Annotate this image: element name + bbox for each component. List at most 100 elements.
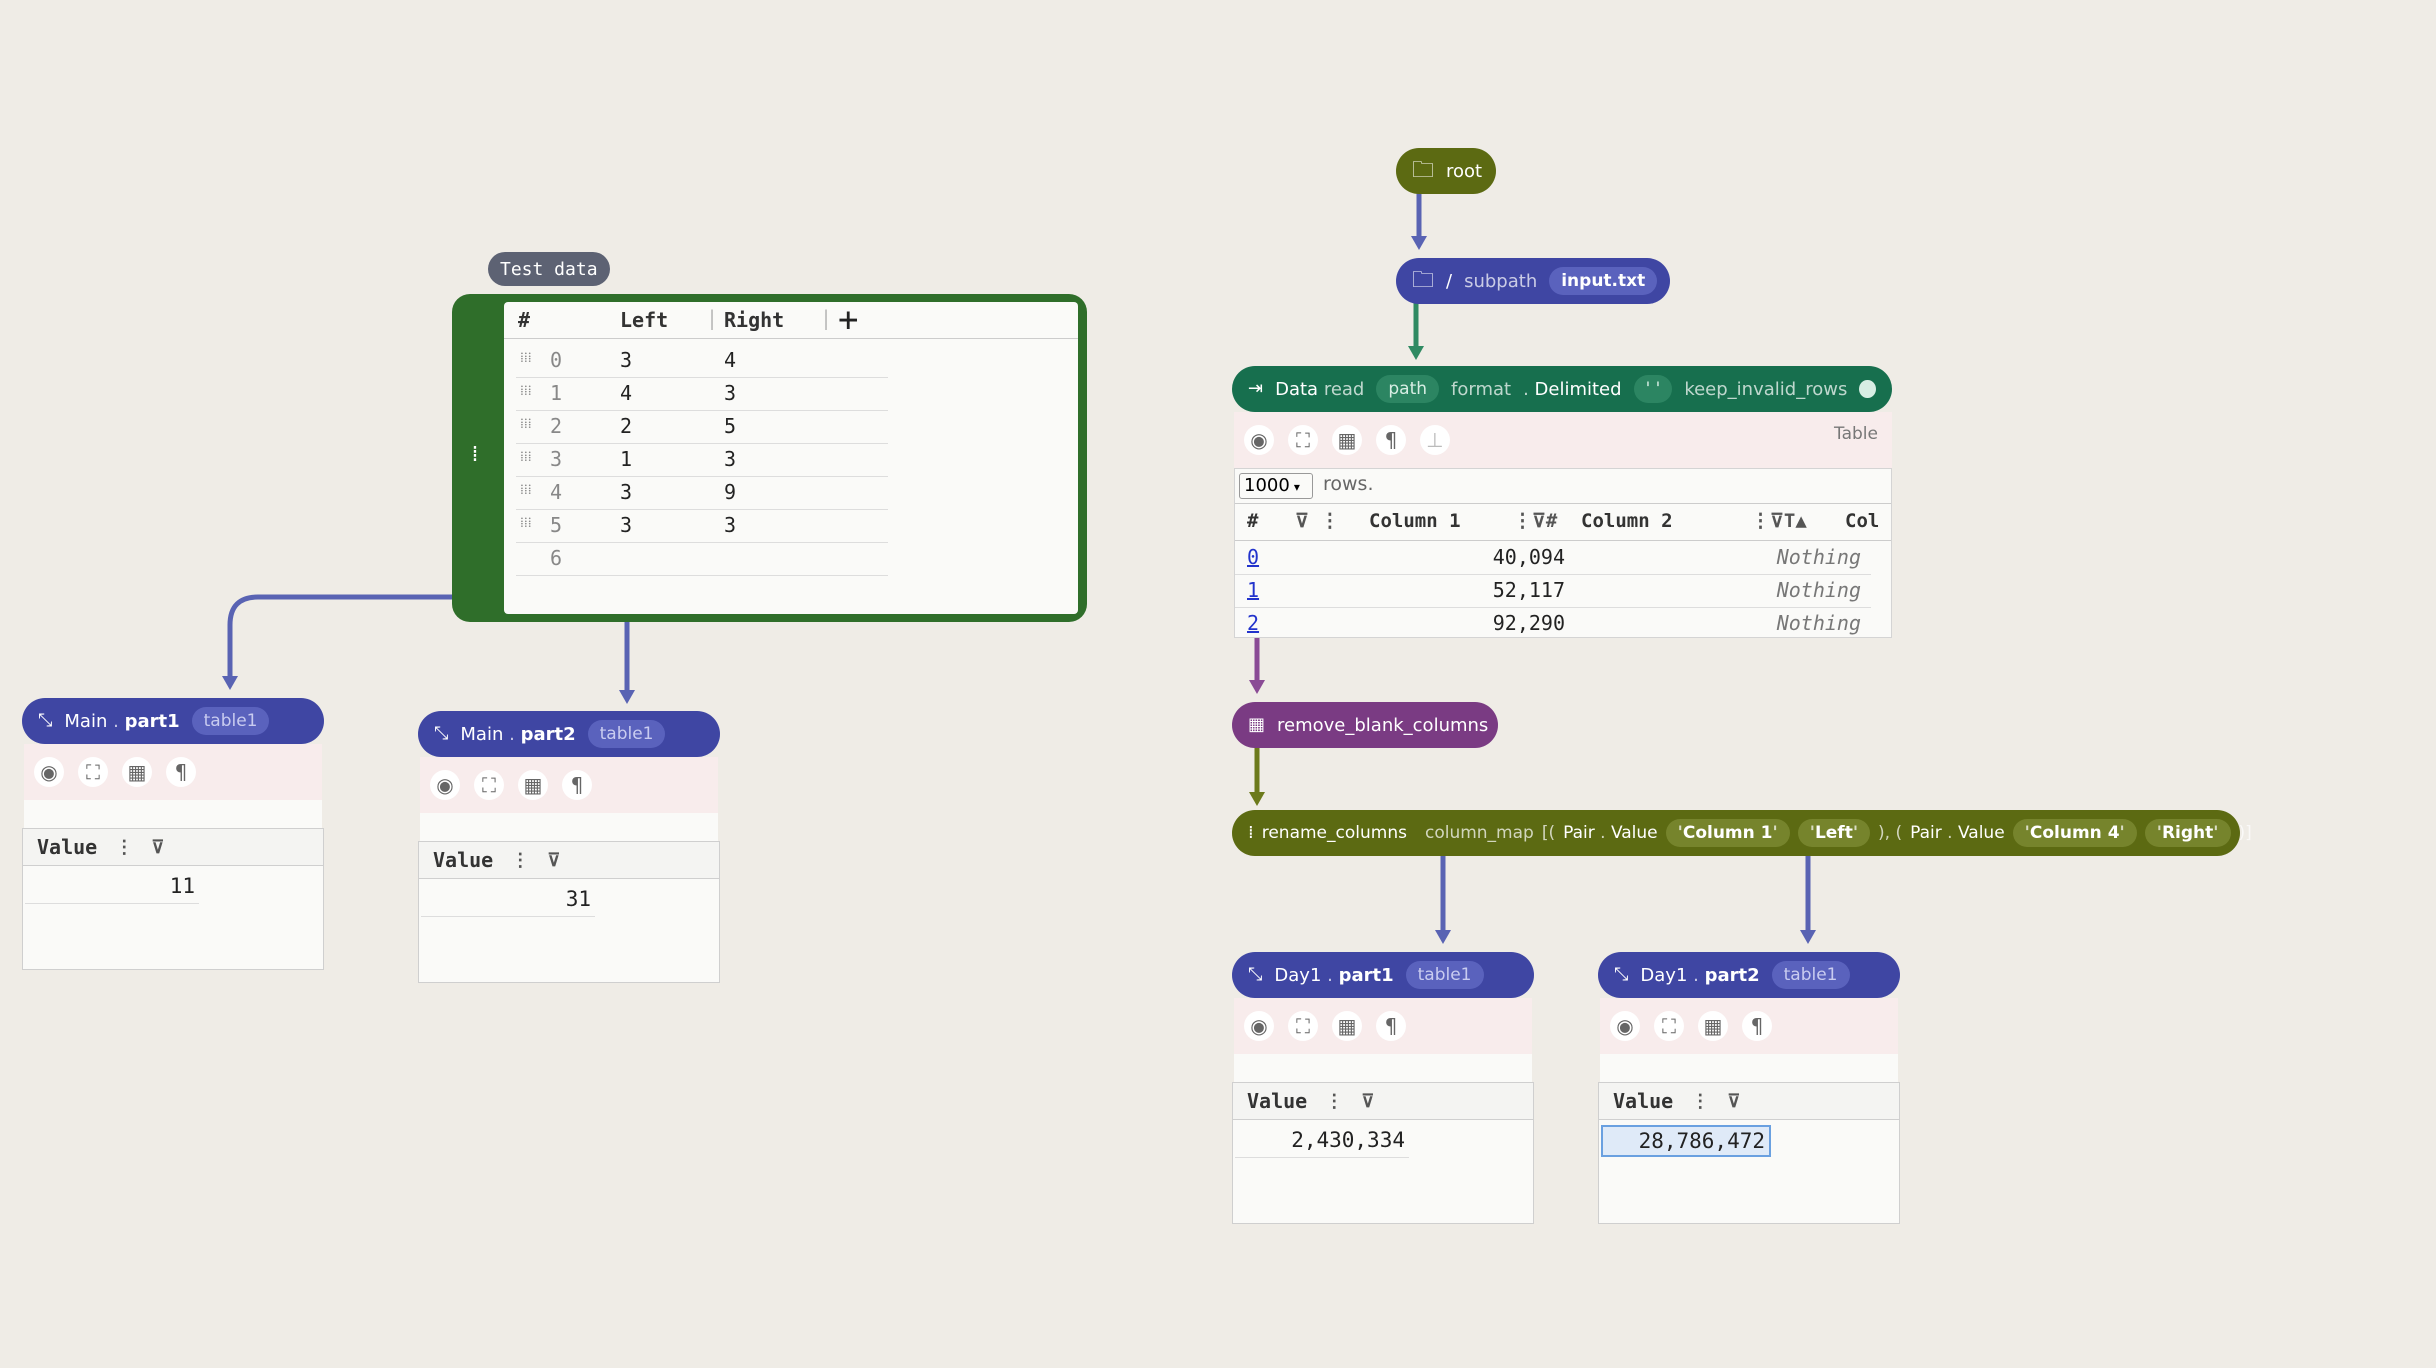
filter-icon[interactable]: ⋮⊽# (1513, 510, 1557, 532)
column-menu-icon[interactable]: ⋮ (1691, 1091, 1709, 1112)
eye-icon[interactable]: ◉ (430, 770, 460, 800)
col-header-column1[interactable]: Column 1 (1369, 510, 1461, 532)
table-view-icon[interactable]: ▦ (1332, 1011, 1362, 1041)
cell-right[interactable]: 3 (724, 513, 736, 537)
col-header-column2[interactable]: Column 2 (1581, 510, 1673, 532)
column-menu-icon[interactable]: ⋮ (115, 837, 133, 858)
fullscreen-icon[interactable]: ⛶ (474, 770, 504, 800)
pair2-from[interactable]: 'Column 4' (2012, 819, 2137, 847)
cell-column2[interactable]: Nothing (1725, 545, 1861, 569)
cell-right[interactable]: 5 (724, 414, 736, 438)
data-read-node[interactable]: ⇥ Data read path format . Delimited ' ' … (1232, 366, 1892, 412)
rows-select[interactable]: 1000 ▾ (1239, 473, 1313, 499)
row-drag-handle-icon[interactable]: ⁞⁞⁞ (520, 482, 532, 499)
arg-chip[interactable]: table1 (1405, 961, 1484, 989)
row-drag-handle-icon[interactable]: ⁞⁞⁞ (520, 383, 532, 400)
pilcrow-icon[interactable]: ¶ (1376, 1011, 1406, 1041)
pair2-to[interactable]: 'Right' (2144, 819, 2231, 847)
value-cell[interactable]: 11 (25, 871, 199, 904)
cell-right[interactable]: 4 (724, 348, 736, 372)
value-column-header[interactable]: Value (433, 848, 493, 872)
filter-icon[interactable]: ⊽ (547, 850, 560, 871)
filter-icon[interactable]: ⊽ ⋮ (1295, 510, 1339, 532)
value-cell[interactable]: 31 (421, 884, 595, 917)
collapse-icon[interactable]: ⤡ (1248, 966, 1262, 984)
subpath-arg[interactable]: input.txt (1549, 267, 1658, 295)
eye-icon[interactable]: ◉ (1244, 1011, 1274, 1041)
row-index-link[interactable]: 1 (1247, 578, 1259, 602)
cell-column1[interactable]: 40,094 (1425, 545, 1565, 569)
cell-left[interactable]: 2 (620, 414, 632, 438)
subpath-node[interactable]: 🗀 / subpath input.txt (1396, 258, 1670, 304)
value-cell[interactable]: 2,430,334 (1235, 1125, 1409, 1158)
value-column-header[interactable]: Value (1247, 1089, 1307, 1113)
fullscreen-icon[interactable]: ⛶ (1288, 425, 1318, 455)
cell-right[interactable]: 9 (724, 480, 736, 504)
row-drag-handle-icon[interactable]: ⁞⁞⁞ (520, 515, 532, 532)
col-header-col[interactable]: Col (1845, 510, 1879, 532)
table-view-icon[interactable]: ▦ (122, 757, 152, 787)
eye-icon[interactable]: ◉ (1610, 1011, 1640, 1041)
test-data-label[interactable]: Test data (488, 252, 610, 286)
collapse-icon[interactable]: ⤡ (38, 712, 52, 730)
cell-left[interactable]: 1 (620, 447, 632, 471)
pilcrow-icon[interactable]: ¶ (1376, 425, 1406, 455)
arg-chip[interactable]: table1 (1771, 961, 1850, 989)
add-column-button[interactable]: + (838, 300, 858, 340)
cell-column2[interactable]: Nothing (1725, 611, 1861, 635)
rename-columns-node[interactable]: ⁞ rename_columns column_map [( Pair . Va… (1232, 810, 2252, 856)
table-view-icon[interactable]: ▦ (1698, 1011, 1728, 1041)
fullscreen-icon[interactable]: ⛶ (1288, 1011, 1318, 1041)
col-header-left[interactable]: Left (620, 308, 668, 332)
cell-right[interactable]: 3 (724, 381, 736, 405)
col-header-right[interactable]: Right (724, 308, 784, 332)
drag-handle-icon[interactable]: ⁞ (462, 442, 488, 468)
column-menu-icon[interactable]: ⋮ (1325, 1091, 1343, 1112)
row-drag-handle-icon[interactable]: ⁞⁞⁞ (520, 449, 532, 466)
pilcrow-icon[interactable]: ¶ (1742, 1011, 1772, 1041)
filter-icon[interactable]: ⊽ (1361, 1091, 1374, 1112)
arg-chip[interactable]: table1 (191, 707, 270, 735)
add-row-icon[interactable]: ⊥ (1420, 425, 1450, 455)
row-index-link[interactable]: 2 (1247, 611, 1259, 635)
cell-column1[interactable]: 92,290 (1425, 611, 1565, 635)
table-view-icon[interactable]: ▦ (1332, 425, 1362, 455)
node-header[interactable]: ⤡ Main . part2 table1 (418, 711, 720, 757)
cell-left[interactable]: 3 (620, 348, 632, 372)
table-view-icon[interactable]: ▦ (518, 770, 548, 800)
arg-chip[interactable]: table1 (587, 720, 666, 748)
node-header[interactable]: ⤡ Day1 . part2 table1 (1598, 952, 1900, 998)
pair1-to[interactable]: 'Left' (1797, 819, 1871, 847)
collapse-icon[interactable]: ⤡ (1614, 966, 1628, 984)
filter-icon[interactable]: ⊽ (1727, 1091, 1740, 1112)
cell-right[interactable]: 3 (724, 447, 736, 471)
cell-column2[interactable]: Nothing (1725, 578, 1861, 602)
eye-icon[interactable]: ◉ (34, 757, 64, 787)
path-chip[interactable]: path (1376, 375, 1440, 403)
keep-invalid-toggle[interactable] (1859, 380, 1876, 398)
pilcrow-icon[interactable]: ¶ (166, 757, 196, 787)
node-header[interactable]: ⤡ Day1 . part1 table1 (1232, 952, 1534, 998)
pilcrow-icon[interactable]: ¶ (562, 770, 592, 800)
fullscreen-icon[interactable]: ⛶ (1654, 1011, 1684, 1041)
filter-icon[interactable]: ⊽ (151, 837, 164, 858)
pair1-from[interactable]: 'Column 1' (1665, 819, 1790, 847)
cell-left[interactable]: 3 (620, 513, 632, 537)
cell-column1[interactable]: 52,117 (1425, 578, 1565, 602)
row-drag-handle-icon[interactable]: ⁞⁞⁞ (520, 416, 532, 433)
collapse-icon[interactable]: ⤡ (434, 725, 448, 743)
row-drag-handle-icon[interactable]: ⁞⁞⁞ (520, 350, 532, 367)
fullscreen-icon[interactable]: ⛶ (78, 757, 108, 787)
cell-left[interactable]: 4 (620, 381, 632, 405)
root-node[interactable]: 🗀 root (1396, 148, 1496, 194)
value-column-header[interactable]: Value (37, 835, 97, 859)
delimiter-chip[interactable]: ' ' (1633, 375, 1673, 403)
cell-left[interactable]: 3 (620, 480, 632, 504)
value-column-header[interactable]: Value (1613, 1089, 1673, 1113)
eye-icon[interactable]: ◉ (1244, 425, 1274, 455)
filter-icon[interactable]: ⋮⊽T▲ (1751, 510, 1807, 532)
value-cell[interactable]: 28,786,472 (1601, 1125, 1771, 1157)
row-index-link[interactable]: 0 (1247, 545, 1259, 569)
remove-blank-columns-node[interactable]: ▦ remove_blank_columns (1232, 702, 1498, 748)
node-header[interactable]: ⤡ Main . part1 table1 (22, 698, 324, 744)
